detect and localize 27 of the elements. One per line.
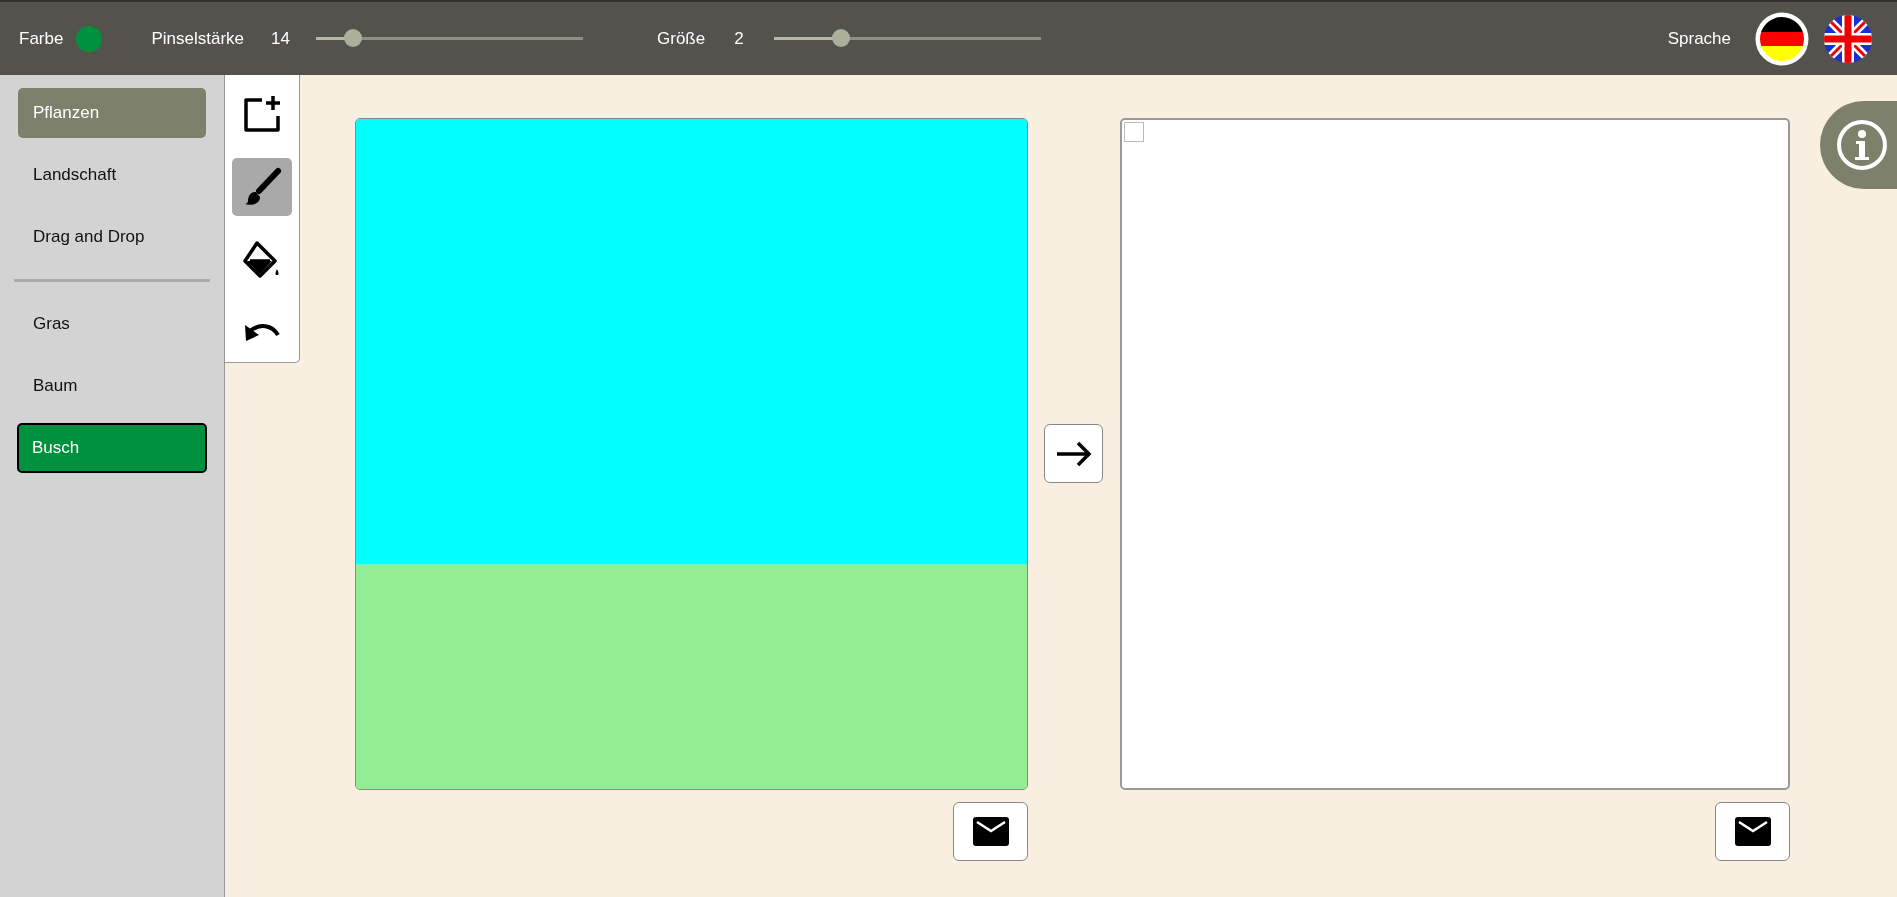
slider-thumb[interactable] xyxy=(344,29,363,47)
slider-thumb[interactable] xyxy=(831,29,850,47)
email-button[interactable] xyxy=(1715,802,1790,861)
sidebar-item[interactable]: Landschaft xyxy=(18,150,206,200)
slider-value: 2 xyxy=(734,27,745,50)
info-button[interactable] xyxy=(1820,101,1897,189)
language-label: Sprache xyxy=(1667,27,1731,50)
transfer-button[interactable] xyxy=(1044,424,1103,483)
slider-label: Pinselstärke xyxy=(151,27,245,50)
new-canvas-icon xyxy=(242,94,282,134)
tool-button[interactable] xyxy=(232,158,292,216)
german-flag-button[interactable] xyxy=(1755,11,1809,66)
sidebar-item[interactable]: Busch xyxy=(17,423,207,473)
sidebar-item[interactable]: Drag and Drop xyxy=(18,212,206,262)
sidebar-item[interactable]: Baum xyxy=(18,361,206,411)
color-label: Farbe xyxy=(19,27,64,50)
email-button[interactable] xyxy=(953,802,1028,861)
broken-image-icon xyxy=(1124,122,1144,142)
mail-icon xyxy=(1734,817,1771,846)
color-swatch[interactable] xyxy=(76,25,103,52)
mail-icon xyxy=(972,817,1009,846)
sidebar-item[interactable]: Pflanzen xyxy=(18,88,206,138)
info-icon xyxy=(1835,119,1888,171)
sidebar-item[interactable]: Gras xyxy=(18,299,206,349)
slider-label: Größe xyxy=(657,27,706,50)
arrow-right-icon xyxy=(1055,440,1092,467)
slider-value: 14 xyxy=(271,27,291,50)
